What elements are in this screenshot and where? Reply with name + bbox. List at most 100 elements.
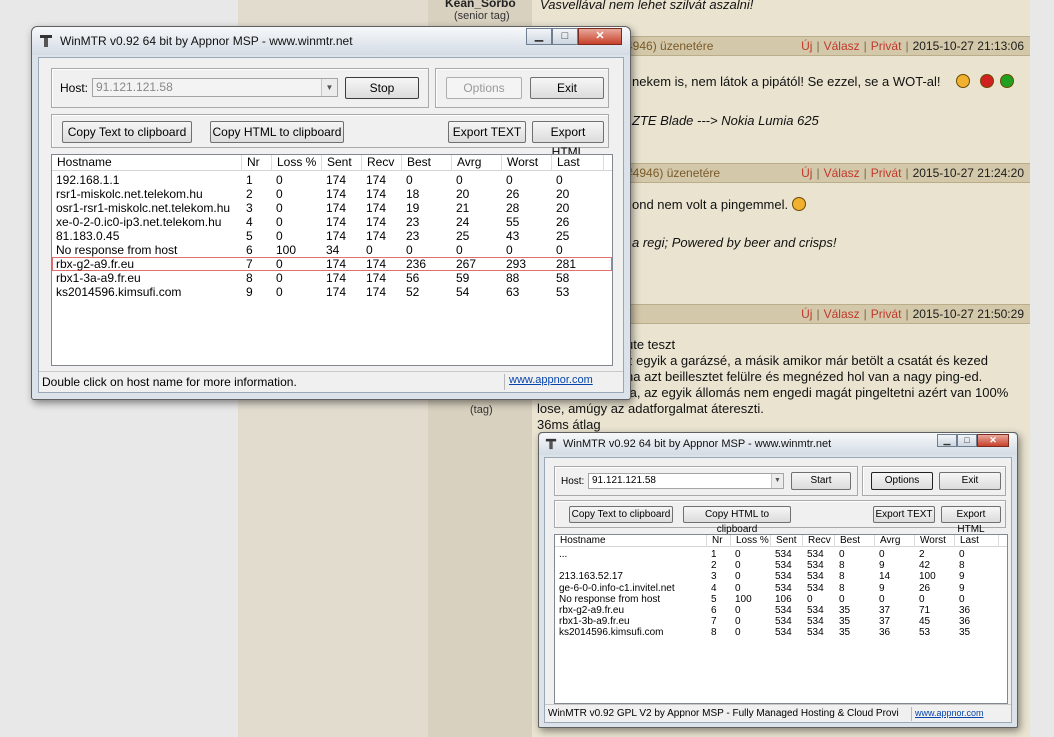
cell-avrg: 59 [456, 271, 470, 285]
status-bar: WinMTR v0.92 GPL V2 by Appnor MSP - Full… [545, 704, 1011, 722]
cell-loss: 100 [735, 593, 752, 605]
cell-last: 36 [959, 605, 971, 616]
cell-worst: 293 [506, 257, 527, 271]
list-header: Hostname Nr Loss % Sent Recv Best Avrg W… [555, 535, 1007, 547]
table-row[interactable]: No response from host 6 100 34 0 0 0 0 0 [52, 243, 612, 257]
close-icon[interactable]: ✕ [578, 28, 622, 45]
forum-username[interactable]: Kean_Sorbo [445, 0, 516, 10]
cell-last: 9 [959, 582, 965, 594]
table-row[interactable]: osr1-rsr1-miskolc.net.telekom.hu 3 0 174 174… [52, 201, 612, 215]
column-header-avrg[interactable]: Avrg [452, 155, 502, 171]
cell-loss: 0 [735, 571, 741, 583]
post-date: 2015-10-27 21:13:06 [912, 39, 1024, 53]
post-date: 2015-10-27 21:24:20 [912, 166, 1024, 180]
host-value: 91.121.121.58 [592, 475, 656, 486]
maximize-icon[interactable]: □ [552, 28, 578, 45]
host-combobox[interactable]: 91.121.121.58 ▼ [92, 78, 338, 97]
results-list[interactable]: Hostname Nr Loss % Sent Recv Best Avrg W… [51, 154, 613, 366]
column-header-last[interactable]: Last [552, 155, 604, 171]
cell-sent: 174 [326, 187, 347, 201]
cell-hostname: ge-6-0-0.info-c1.invitel.net [559, 582, 675, 594]
copy-html-button: Copy HTML to clipboard [683, 506, 791, 535]
post-private-link[interactable]: Privát [871, 307, 902, 321]
minimize-icon[interactable]: ▁ [526, 28, 552, 45]
cell-loss: 0 [276, 285, 283, 299]
cell-hostname: xe-0-2-0.ic0-ip3.net.telekom.hu [56, 215, 222, 229]
post-reply-ref[interactable]: #4946) üzenetére [626, 164, 720, 182]
status-divider [911, 707, 912, 721]
cell-loss: 0 [276, 201, 283, 215]
column-header-worst[interactable]: Worst [502, 155, 552, 171]
table-row[interactable]: rbx1-3a-a9.fr.eu 8 0 174 174 56 59 88 58 [52, 271, 612, 285]
maximize-icon: □ [957, 434, 977, 447]
post-reply-link[interactable]: Válasz [824, 39, 860, 53]
cell-last: 20 [556, 187, 570, 201]
table-row[interactable]: 192.168.1.1 1 0 174 174 0 0 0 0 [52, 173, 612, 187]
cell-avrg: 20 [456, 187, 470, 201]
cell-sent: 174 [326, 285, 347, 299]
smiley-icon [980, 74, 994, 88]
column-header-recv[interactable]: Recv [362, 155, 402, 171]
cell-best: 0 [406, 243, 413, 257]
cell-sent: 534 [775, 571, 792, 583]
column-header-best[interactable]: Best [402, 155, 452, 171]
cell-last: 26 [556, 215, 570, 229]
table-row[interactable]: ks2014596.kimsufi.com 9 0 174 174 52 54 63 53 [52, 285, 612, 299]
exit-button[interactable]: Exit [530, 77, 604, 99]
cell-recv: 174 [366, 187, 387, 201]
chevron-down-icon[interactable]: ▼ [321, 79, 337, 96]
cell-sent: 534 [775, 616, 792, 628]
cell-sent: 174 [326, 215, 347, 229]
cell-last: 0 [556, 173, 563, 187]
cell-avrg: 14 [879, 571, 891, 583]
cell-nr: 7 [246, 257, 253, 271]
post-private-link[interactable]: Privát [871, 166, 902, 180]
table-row[interactable]: 81.183.0.45 5 0 174 174 23 25 43 25 [52, 229, 612, 243]
cell-loss: 0 [735, 560, 741, 572]
appnor-link[interactable]: www.appnor.com [509, 374, 593, 386]
host-group: Host: 91.121.121.58 ▼ Start [554, 466, 858, 496]
cell-recv: 534 [807, 616, 824, 628]
options-button[interactable]: Options [446, 77, 522, 99]
column-header-loss[interactable]: Loss % [272, 155, 322, 171]
table-row[interactable]: xe-0-2-0.ic0-ip3.net.telekom.hu 4 0 174 174 2… [52, 215, 612, 229]
column-header-nr[interactable]: Nr [242, 155, 272, 171]
cell-best: 56 [406, 271, 420, 285]
column-header-sent[interactable]: Sent [322, 155, 362, 171]
cell-loss: 0 [276, 229, 283, 243]
table-row[interactable]: rbx-g2-a9.fr.eu 7 0 174 174 236 267 293 281 [52, 257, 612, 271]
forum-post-signature: ZTE Blade ---> Nokia Lumia 625 [632, 113, 819, 128]
title-bar: WinMTR v0.92 64 bit by Appnor MSP - www.… [539, 433, 1017, 455]
export-text-button[interactable]: Export TEXT [448, 121, 526, 143]
post-reply-link[interactable]: Válasz [824, 307, 860, 321]
post-new-link[interactable]: Új [801, 39, 812, 53]
cell-sent: 534 [775, 549, 792, 560]
cell-worst: 55 [506, 215, 520, 229]
cell-loss: 0 [735, 616, 741, 628]
cell-nr: 1 [711, 549, 717, 560]
column-header-hostname[interactable]: Hostname [52, 155, 242, 171]
copy-html-button[interactable]: Copy HTML to clipboard [210, 121, 344, 143]
table-row: rbx1-3b-a9.fr.eu 7 0 534 534 35 37 45 36 [555, 616, 1007, 627]
post-reply-ref[interactable]: 4946) üzenetére [626, 37, 713, 55]
cell-best: 18 [406, 187, 420, 201]
export-html-button[interactable]: Export HTML [532, 121, 604, 159]
options-group: Options Exit [435, 68, 609, 108]
cell-nr: 2 [246, 187, 253, 201]
table-row: ge-6-0-0.info-c1.invitel.net 4 0 534 534 8 9 26… [555, 583, 1007, 594]
stop-button[interactable]: Stop [345, 77, 419, 99]
post-new-link[interactable]: Új [801, 166, 812, 180]
cell-avrg: 9 [879, 582, 885, 594]
forum-post-text: ond nem volt a pingemmel. [632, 197, 789, 212]
post-private-link[interactable]: Privát [871, 39, 902, 53]
cell-nr: 8 [246, 271, 253, 285]
cell-loss: 0 [735, 582, 741, 594]
minimize-icon: ▁ [937, 434, 957, 447]
table-row: 2 0 534 534 8 9 42 8 [555, 560, 1007, 571]
copy-text-button[interactable]: Copy Text to clipboard [62, 121, 192, 143]
post-new-link[interactable]: Új [801, 307, 812, 321]
title-bar[interactable]: WinMTR v0.92 64 bit by Appnor MSP - www.… [32, 27, 630, 55]
post-reply-link[interactable]: Válasz [824, 166, 860, 180]
forum-user-rank: (tag) [470, 404, 493, 416]
table-row[interactable]: rsr1-miskolc.net.telekom.hu 2 0 174 174 18 20 2… [52, 187, 612, 201]
